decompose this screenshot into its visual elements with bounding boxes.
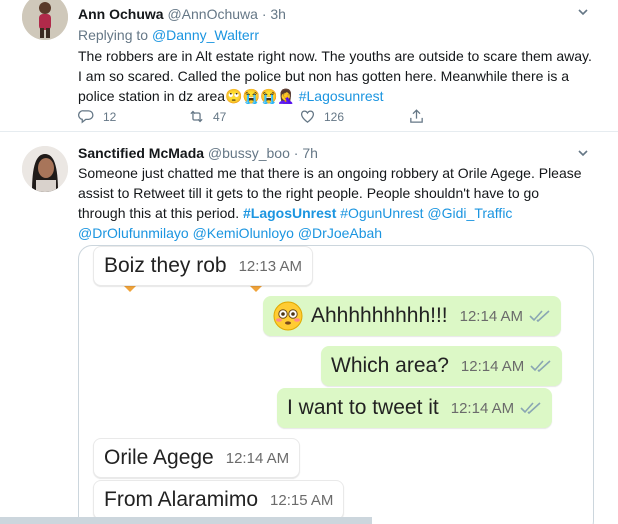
chat-message-text: From Alaramimo xyxy=(104,488,259,511)
chat-message-time: 12:14 AM xyxy=(460,357,525,375)
retweet-button[interactable]: 47 xyxy=(188,108,226,125)
chat-message-time: 12:13 AM xyxy=(238,257,302,275)
chat-bubble-outgoing: Ahhhhhhhhh!!! 12:14 AM xyxy=(263,296,562,336)
hashtag-link[interactable]: #LagosUnrest xyxy=(243,205,336,221)
tweet-media-chat-screenshot[interactable]: Boiz they rob 12:13 AM Ahhhhhhhhh!!! 12:… xyxy=(78,245,594,524)
chevron-down-icon[interactable] xyxy=(578,4,588,16)
chat-message-text: Orile Agege xyxy=(104,446,214,469)
tweet-text-line: The robbers are in Alt estate right now.… xyxy=(78,48,592,64)
double-check-icon xyxy=(529,310,550,322)
emoji-sequence: 🙄😭😭🤦‍♀️ xyxy=(225,88,295,104)
like-count: 126 xyxy=(324,109,345,124)
like-icon xyxy=(300,110,315,123)
tweet-ann-ochuwa[interactable]: Ann Ochuwa @AnnOchuwa · 3h Replying to @… xyxy=(0,0,618,132)
share-button[interactable] xyxy=(408,108,425,125)
double-check-icon xyxy=(530,360,551,372)
avatar[interactable] xyxy=(22,0,68,40)
tweet-text-line: I am so scared. Called the police but no… xyxy=(78,68,570,84)
replying-prefix: Replying to xyxy=(78,27,149,43)
tweet-header: Sanctified McMada @bussy_boo · 7h xyxy=(78,145,318,161)
chat-bubble-outgoing: I want to tweet it 12:14 AM xyxy=(277,388,553,428)
tweet-timestamp[interactable]: 7h xyxy=(302,145,318,161)
retweet-count: 47 xyxy=(213,109,227,124)
tweet-text-segment: through this at this period. xyxy=(78,205,240,221)
chat-message-time: 12:14 AM xyxy=(450,399,515,417)
share-icon xyxy=(410,109,423,123)
chat-message-text: Which area? xyxy=(331,354,449,377)
mention-link[interactable]: @KemiOlunloyo xyxy=(193,225,294,241)
mention-link[interactable]: @Gidi_Traffic xyxy=(427,205,512,221)
separator-dot: · xyxy=(261,6,267,22)
chat-message-time: 12:14 AM xyxy=(459,307,524,325)
tweet-text: Someone just chatted me that there is an… xyxy=(78,163,598,243)
chat-message-time: 12:15 AM xyxy=(270,491,334,509)
mention-link[interactable]: @DrOlufunmilayo xyxy=(78,225,189,241)
tweet-sanctified-mcmada[interactable]: Sanctified McMada @bussy_boo · 7h Someon… xyxy=(0,133,618,524)
tweet-actions: 12 47 126 xyxy=(78,108,518,126)
chat-bubble-outgoing: Which area? 12:14 AM xyxy=(321,346,563,386)
chat-bubble-incoming: Boiz they rob 12:13 AM xyxy=(93,246,313,286)
user-handle[interactable]: @AnnOchuwa xyxy=(167,6,257,22)
tweet-text-line: @DrOlufunmilayo @KemiOlunloyo @DrJoeAbah xyxy=(78,223,598,243)
retweet-icon xyxy=(190,110,203,123)
user-handle[interactable]: @bussy_boo xyxy=(208,145,290,161)
tweet-header: Ann Ochuwa @AnnOchuwa · 3h xyxy=(78,6,286,22)
replying-to: Replying to @Danny_Walterr xyxy=(78,27,259,43)
like-button[interactable]: 126 xyxy=(299,108,344,125)
tweet-text-line: police station in dz area🙄😭😭🤦‍♀️ #Lagosu… xyxy=(78,86,598,106)
reply-button[interactable]: 12 xyxy=(78,108,116,125)
separator-dot: · xyxy=(293,145,299,161)
display-name[interactable]: Ann Ochuwa xyxy=(78,6,164,22)
chat-bubble-incoming: From Alaramimo 12:15 AM xyxy=(93,480,345,520)
tweet-text-segment: police station in dz area xyxy=(78,88,226,104)
reply-icon xyxy=(78,110,94,124)
hashtag-link[interactable]: #OgunUnrest xyxy=(340,205,423,221)
tweet-text-line: through this at this period. #LagosUnres… xyxy=(78,203,598,223)
horizontal-scrollbar[interactable] xyxy=(0,517,372,524)
reply-count: 12 xyxy=(103,109,117,124)
replying-mention-link[interactable]: @Danny_Walterr xyxy=(152,27,259,43)
tweet-text-line: Someone just chatted me that there is an… xyxy=(78,165,582,181)
hashtag-link[interactable]: #Lagosunrest xyxy=(299,88,384,104)
chevron-down-icon[interactable] xyxy=(578,145,588,157)
display-name[interactable]: Sanctified McMada xyxy=(78,145,204,161)
chat-bubble-incoming: Orile Agege 12:14 AM xyxy=(93,438,301,478)
tweet-text: The robbers are in Alt estate right now.… xyxy=(78,46,598,106)
chat-message-text: I want to tweet it xyxy=(287,396,439,419)
mention-link[interactable]: @DrJoeAbah xyxy=(298,225,382,241)
flushed-face-icon xyxy=(273,301,303,331)
avatar[interactable] xyxy=(22,146,68,192)
chat-message-time: 12:14 AM xyxy=(225,449,290,467)
chat-message-text: Boiz they rob xyxy=(104,254,227,277)
tweet-timestamp[interactable]: 3h xyxy=(270,6,286,22)
tweet-text-line: assist to Retweet till it gets to the ri… xyxy=(78,185,540,201)
chat-message-text: Ahhhhhhhhh!!! xyxy=(311,304,448,327)
double-check-icon xyxy=(520,402,541,414)
